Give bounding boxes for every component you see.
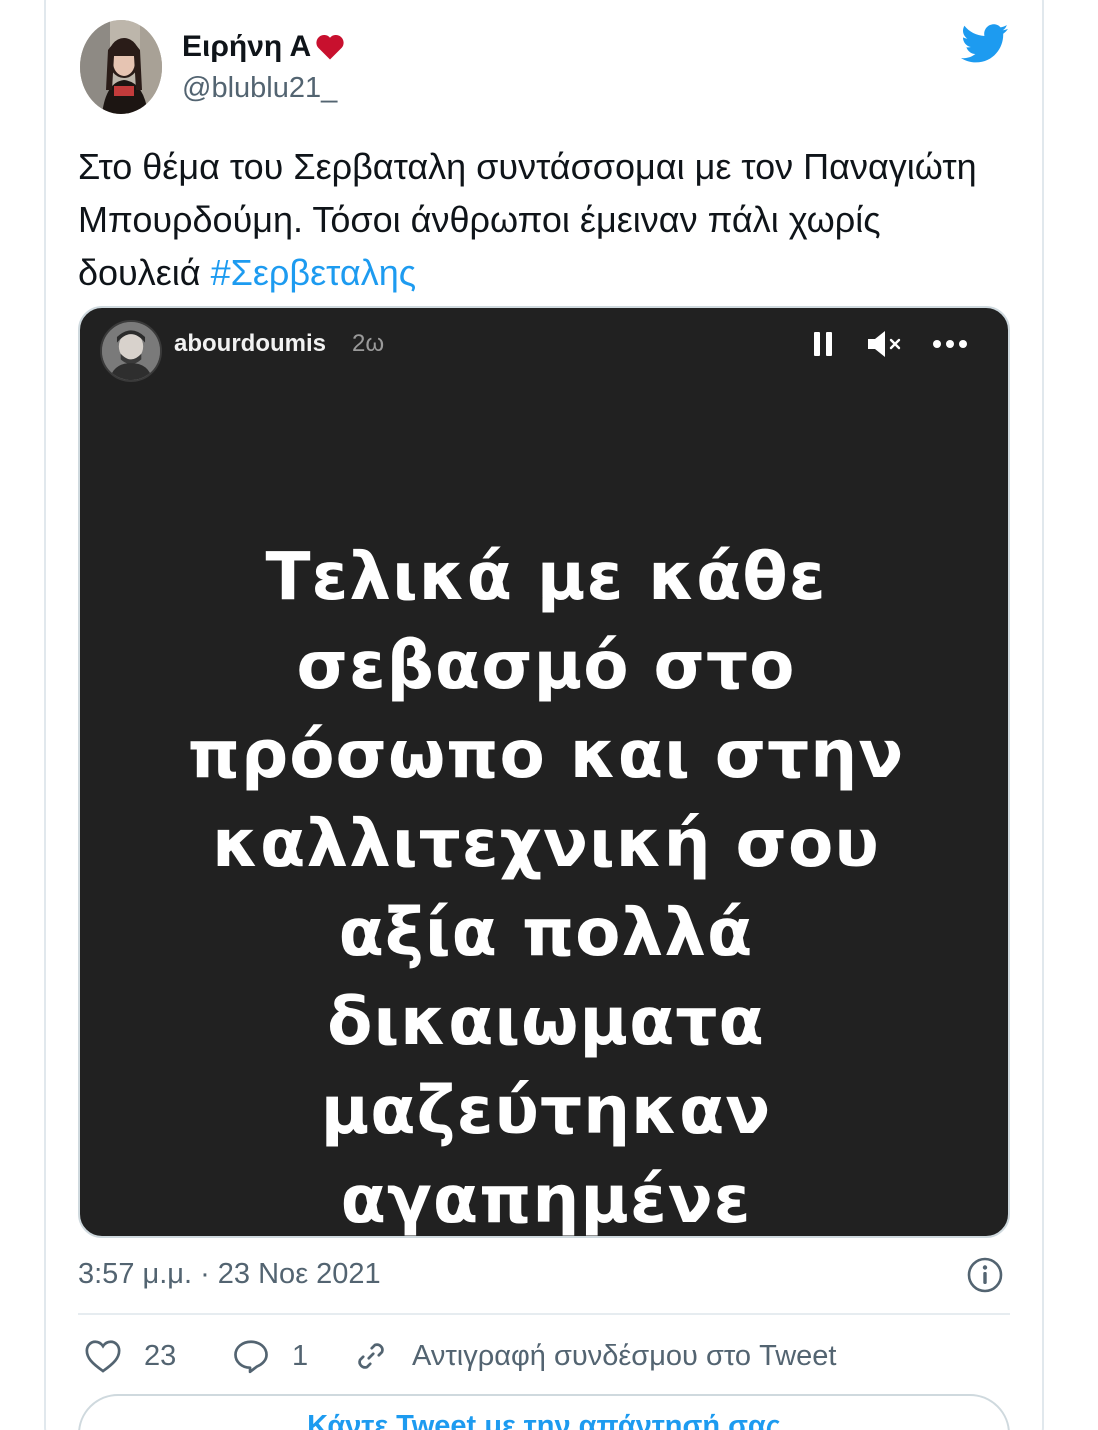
link-icon [358,1343,384,1369]
author-display-name[interactable]: Ειρήνη Α [182,30,345,64]
divider [78,1313,1010,1315]
story-time: 2ω [352,330,385,357]
like-icon [85,1340,121,1373]
display-name-text[interactable]: Ειρήνη Α [182,30,311,64]
story-line: πρόσωπο και στην [187,716,905,793]
story-line: μαζεύτηκαν [320,1072,772,1149]
copy-link-label: Αντιγραφή συνδέσμου στο Tweet [412,1339,837,1372]
story-line: αγαπημένε [340,1161,752,1238]
reply-button[interactable]: 1 [232,1338,308,1374]
reply-tweet-button[interactable]: Κάντε Tweet με την απάντησή σας [78,1394,1010,1430]
reply-icon [234,1340,268,1374]
twitter-logo-icon[interactable] [960,24,1010,64]
tweet-timestamp[interactable]: 3:57 μ.μ. · 23 Νοε 2021 [78,1258,381,1291]
hashtag-link[interactable]: #Σερβεταλης [211,252,416,293]
like-count: 23 [144,1339,177,1372]
more-icon [933,340,967,348]
story-line: σεβασμό στο [296,627,796,704]
story-line: Τελικά με κάθε [265,538,827,615]
story-line: καλλιτεχνική σου [212,805,880,882]
author-handle[interactable]: @blublu21_ [182,72,337,105]
tweet-actions: 23 1 Αντιγραφή συνδέσμου στο Tweet [80,1338,1010,1378]
pause-icon [814,332,832,356]
story-text: Τελικά με κάθε σεβασμό στο πρόσωπο και σ… [80,532,1008,1238]
like-button[interactable]: 23 [84,1338,176,1374]
tweet-text: Στο θέμα του Σερβαταλη συντάσσομαι με το… [78,140,998,299]
mute-icon [868,331,901,357]
story-username: abourdoumis [174,330,327,357]
reply-count: 1 [292,1339,309,1372]
embedded-story-image[interactable]: abourdoumis 2ω Τελικά με κάθε σεβασμό στ… [78,306,1010,1238]
heart-icon [316,35,344,60]
info-icon[interactable] [966,1256,1004,1294]
author-avatar[interactable] [80,20,162,114]
copy-link-button[interactable]: Αντιγραφή συνδέσμου στο Tweet [352,1338,836,1374]
story-line: αξία πολλά [338,894,754,971]
story-avatar [100,320,162,382]
story-line: δικαιωματα [327,983,765,1060]
